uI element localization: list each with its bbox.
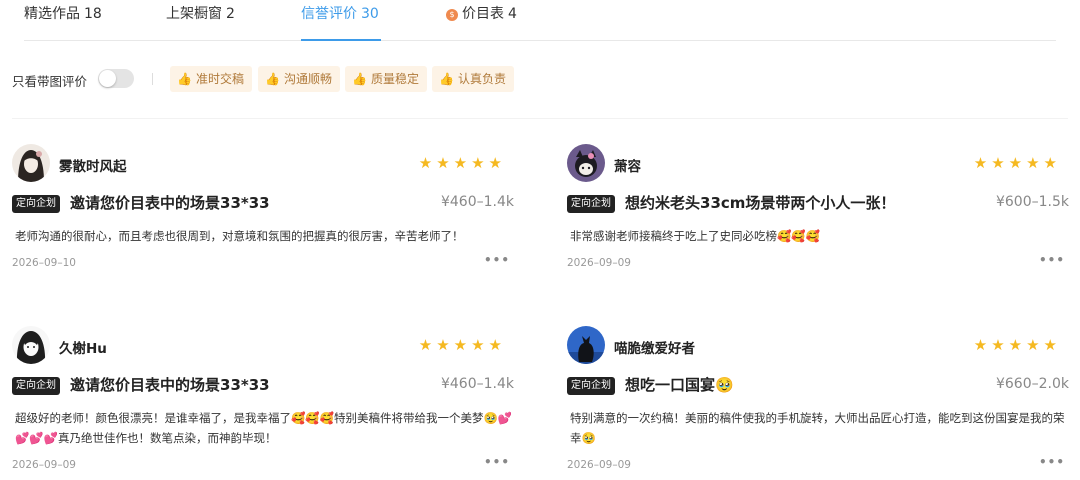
order-type-badge: 定向企划 bbox=[567, 195, 615, 213]
star-icon: ★ bbox=[991, 154, 1009, 172]
tab-label: 精选作品 bbox=[24, 6, 80, 22]
tab-label: 价目表 bbox=[462, 6, 504, 22]
thumbs-up-icon: 👍 bbox=[439, 72, 454, 86]
order-title[interactable]: 想吃一口国宴🥹 bbox=[625, 374, 734, 395]
avatar[interactable] bbox=[567, 326, 605, 364]
tab-label: 上架橱窗 bbox=[166, 6, 222, 22]
star-icon: ★ bbox=[1008, 336, 1027, 354]
tab-featured-works[interactable]: 精选作品 18 bbox=[24, 4, 102, 40]
star-icon: ★ bbox=[418, 154, 437, 172]
review-card: 雾散时风起 ★★★★★ 定向企划 邀请您价目表中的场景33*33 ¥460–1.… bbox=[12, 143, 516, 293]
tab-count: 30 bbox=[361, 6, 379, 22]
review-comment: 超级好的老师！颜色很漂亮！是谁幸福了，是我幸福了🥰🥰🥰特别美稿件将带给我一个美梦… bbox=[15, 411, 513, 445]
review-card: 萧容 ★★★★★ 定向企划 想约米老头33cm场景带两个小人一张！ ¥600–1… bbox=[567, 143, 1071, 293]
star-icon: ★ bbox=[418, 336, 437, 354]
chip-label: 沟通顺畅 bbox=[283, 72, 332, 86]
star-icon: ★ bbox=[1008, 154, 1027, 172]
reviewer-name[interactable]: 久榭Hu bbox=[59, 337, 107, 357]
star-icon: ★ bbox=[1026, 336, 1044, 354]
star-rating: ★★★★★ bbox=[419, 154, 506, 172]
star-icon: ★ bbox=[488, 336, 506, 354]
order-type-badge: 定向企划 bbox=[12, 377, 60, 395]
divider bbox=[12, 118, 1068, 119]
avatar[interactable] bbox=[12, 144, 50, 182]
tab-price-list[interactable]: $ 价目表 4 bbox=[446, 4, 517, 40]
star-icon: ★ bbox=[436, 336, 454, 354]
order-title[interactable]: 邀请您价目表中的场景33*33 bbox=[70, 192, 270, 213]
price-range: ¥460–1.4k bbox=[440, 376, 514, 392]
star-icon: ★ bbox=[436, 154, 454, 172]
tab-count: 18 bbox=[84, 6, 102, 22]
thumbs-up-icon: 👍 bbox=[352, 72, 367, 86]
price-range: ¥660–2.0k bbox=[995, 376, 1069, 392]
tab-reputation-reviews[interactable]: 信誉评价 30 bbox=[301, 4, 381, 41]
divider bbox=[152, 73, 153, 85]
review-date: 2026–09–09 bbox=[567, 257, 631, 269]
reviewer-name[interactable]: 喵脆缴爱好者 bbox=[614, 337, 695, 357]
filter-chip-smooth-communication[interactable]: 👍 沟通顺畅 bbox=[258, 66, 340, 92]
thumbs-up-icon: 👍 bbox=[265, 72, 280, 86]
image-only-label: 只看带图评价 bbox=[12, 74, 88, 89]
more-options-icon[interactable]: ••• bbox=[1039, 253, 1065, 267]
chip-label: 质量稳定 bbox=[370, 72, 419, 86]
review-comment: 非常感谢老师接稿终于吃上了史同必吃榜🥰🥰🥰 bbox=[570, 229, 820, 243]
star-icon: ★ bbox=[1043, 154, 1061, 172]
order-type-badge: 定向企划 bbox=[567, 377, 615, 395]
star-icon: ★ bbox=[453, 336, 472, 354]
star-icon: ★ bbox=[1026, 154, 1044, 172]
tab-label: 信誉评价 bbox=[301, 6, 357, 22]
avatar[interactable] bbox=[12, 326, 50, 364]
avatar[interactable] bbox=[567, 144, 605, 182]
star-icon: ★ bbox=[471, 336, 489, 354]
order-title[interactable]: 邀请您价目表中的场景33*33 bbox=[70, 374, 270, 395]
filter-chip-on-time[interactable]: 👍 准时交稿 bbox=[170, 66, 252, 92]
star-icon: ★ bbox=[453, 154, 472, 172]
star-icon: ★ bbox=[991, 336, 1009, 354]
review-date: 2026–09–10 bbox=[12, 257, 76, 269]
star-icon: ★ bbox=[973, 336, 992, 354]
reviewer-name[interactable]: 萧容 bbox=[614, 155, 641, 175]
star-icon: ★ bbox=[973, 154, 992, 172]
toggle-knob bbox=[99, 70, 116, 87]
tab-showcase[interactable]: 上架橱窗 2 bbox=[166, 4, 235, 40]
star-rating: ★★★★★ bbox=[974, 154, 1061, 172]
filter-row: 只看带图评价 👍 准时交稿 👍 沟通顺畅 👍 质量稳定 👍 认真负责 bbox=[12, 64, 1062, 94]
more-options-icon[interactable]: ••• bbox=[1039, 455, 1065, 469]
star-rating: ★★★★★ bbox=[419, 336, 506, 354]
chip-label: 认真负责 bbox=[457, 72, 506, 86]
order-type-badge: 定向企划 bbox=[12, 195, 60, 213]
review-card: 久榭Hu ★★★★★ 定向企划 邀请您价目表中的场景33*33 ¥460–1.4… bbox=[12, 325, 516, 475]
star-icon: ★ bbox=[471, 154, 489, 172]
star-icon: ★ bbox=[488, 154, 506, 172]
coin-icon: $ bbox=[446, 9, 458, 21]
price-range: ¥600–1.5k bbox=[995, 194, 1069, 210]
image-only-toggle[interactable] bbox=[98, 69, 134, 88]
star-icon: ★ bbox=[1043, 336, 1061, 354]
tab-bar: 精选作品 18 上架橱窗 2 信誉评价 30 $ 价目表 4 bbox=[24, 0, 1056, 41]
review-date: 2026–09–09 bbox=[567, 459, 631, 471]
price-range: ¥460–1.4k bbox=[440, 194, 514, 210]
more-options-icon[interactable]: ••• bbox=[484, 253, 510, 267]
chip-label: 准时交稿 bbox=[195, 72, 244, 86]
more-options-icon[interactable]: ••• bbox=[484, 455, 510, 469]
review-card: 喵脆缴爱好者 ★★★★★ 定向企划 想吃一口国宴🥹 ¥660–2.0k 特别满意… bbox=[567, 325, 1071, 475]
star-rating: ★★★★★ bbox=[974, 336, 1061, 354]
review-date: 2026–09–09 bbox=[12, 459, 76, 471]
review-comment: 老师沟通的很耐心，而且考虑也很周到，对意境和氛围的把握真的很厉害，辛苦老师了！ bbox=[15, 229, 464, 243]
reviewer-name[interactable]: 雾散时风起 bbox=[59, 155, 127, 175]
tab-count: 4 bbox=[508, 6, 517, 22]
thumbs-up-icon: 👍 bbox=[177, 72, 192, 86]
filter-chip-stable-quality[interactable]: 👍 质量稳定 bbox=[345, 66, 427, 92]
tab-count: 2 bbox=[226, 6, 235, 22]
order-title[interactable]: 想约米老头33cm场景带两个小人一张！ bbox=[625, 192, 895, 213]
review-comment: 特别满意的一次约稿！美丽的稿件使我的手机旋转，大师出品匠心打造，能吃到这份国宴是… bbox=[570, 411, 1065, 445]
filter-chip-responsible[interactable]: 👍 认真负责 bbox=[432, 66, 514, 92]
